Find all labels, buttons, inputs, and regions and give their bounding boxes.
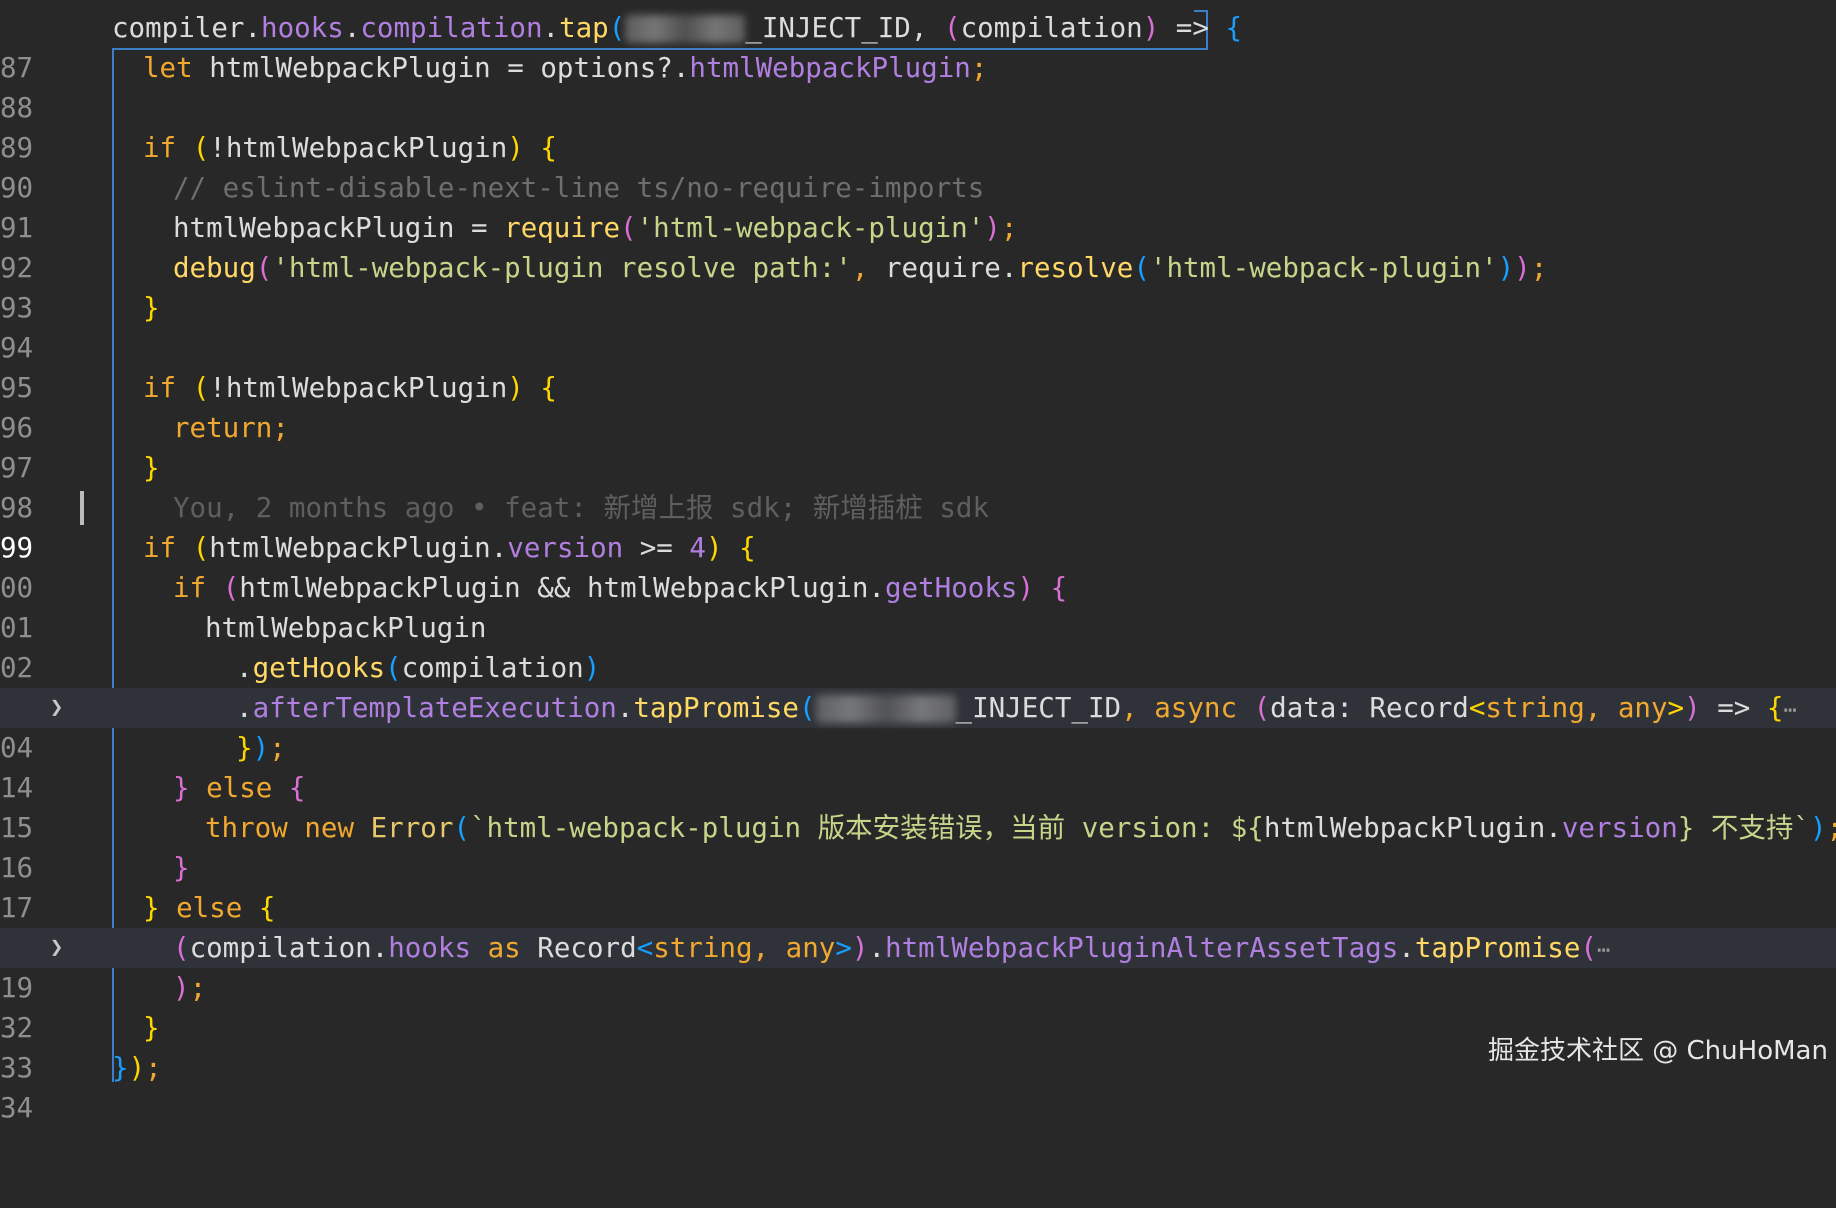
code-line[interactable]: 95	[0, 328, 1836, 404]
code-line[interactable]: 91 // eslint-disable-next-line ts/no-req…	[0, 168, 1836, 244]
folded-ellipsis-icon[interactable]: ⋯	[1783, 698, 1796, 723]
code-line[interactable]: 03 .getHooks(compilation)	[0, 648, 1836, 724]
code-text[interactable]: if (!htmlWebpackPlugin) {	[143, 368, 557, 408]
code-line[interactable]: 02 htmlWebpackPlugin	[0, 608, 1836, 684]
code-line[interactable]: 98 }	[0, 448, 1836, 524]
code-line-folded[interactable]: 19 ❯ (compilation.hooks as Record<string…	[0, 928, 1836, 1004]
code-line[interactable]: 32 );	[0, 968, 1836, 1044]
code-text[interactable]: debug('html-webpack-plugin resolve path:…	[173, 248, 1547, 288]
text-cursor	[80, 491, 84, 525]
code-text[interactable]: if (htmlWebpackPlugin && htmlWebpackPlug…	[173, 568, 1067, 608]
code-line[interactable]: 18 } else {	[0, 888, 1836, 964]
code-line-current[interactable]: 99 You, 2 months ago • feat: 新增上报 sdk; 新…	[0, 488, 1836, 564]
code-text[interactable]: }	[143, 1008, 160, 1048]
code-text[interactable]: } else {	[143, 888, 275, 928]
fold-chevron-icon[interactable]: ❯	[50, 688, 64, 728]
code-line[interactable]: 97 return;	[0, 408, 1836, 484]
code-line[interactable]: 00 if (htmlWebpackPlugin.version >= 4) {	[0, 528, 1836, 604]
code-text[interactable]: (compilation.hooks as Record<string, any…	[173, 928, 1610, 971]
code-text[interactable]: });	[236, 728, 286, 768]
code-line-folded[interactable]: 04 ❯ .afterTemplateExecution.tapPromise(…	[0, 688, 1836, 764]
code-line[interactable]: 01 if (htmlWebpackPlugin && htmlWebpackP…	[0, 568, 1836, 644]
fold-chevron-icon[interactable]: ❯	[50, 928, 64, 968]
code-line[interactable]: 16 throw new Error(`html-webpack-plugin …	[0, 808, 1836, 884]
code-editor[interactable]: 87 compiler.hooks.compilation.tap(_INJEC…	[0, 0, 1836, 1124]
code-line[interactable]: 88 let htmlWebpackPlugin = options?.html…	[0, 48, 1836, 124]
code-text[interactable]: }	[143, 448, 160, 488]
code-line[interactable]: 96 if (!htmlWebpackPlugin) {	[0, 368, 1836, 444]
code-text[interactable]: } else {	[173, 768, 305, 808]
line-number: 34	[0, 1092, 34, 1124]
watermark: 掘金技术社区 @ ChuHoMan	[1488, 1036, 1828, 1066]
code-text[interactable]: }	[173, 848, 190, 888]
code-text[interactable]: );	[173, 968, 206, 1008]
code-text[interactable]: return;	[173, 408, 289, 448]
git-blame-annotation: You, 2 months ago • feat: 新增上报 sdk; 新增插桩…	[173, 492, 990, 524]
folded-ellipsis-icon[interactable]: ⋯	[1597, 938, 1610, 963]
code-line[interactable]: 94 }	[0, 288, 1836, 364]
redacted-text	[625, 15, 746, 43]
code-text[interactable]: throw new Error(`html-webpack-plugin 版本安…	[205, 808, 1836, 848]
code-line[interactable]: 17 }	[0, 848, 1836, 924]
code-text[interactable]: .afterTemplateExecution.tapPromise(_INJE…	[236, 688, 1797, 731]
code-line[interactable]: 92 htmlWebpackPlugin = require('html-web…	[0, 208, 1836, 284]
code-text[interactable]: .getHooks(compilation)	[236, 648, 600, 688]
code-line[interactable]: 14 });	[0, 728, 1836, 804]
code-text[interactable]: }	[143, 288, 160, 328]
code-text[interactable]: });	[112, 1048, 162, 1088]
code-line[interactable]: 90 if (!htmlWebpackPlugin) {	[0, 128, 1836, 204]
code-comment[interactable]: // eslint-disable-next-line ts/no-requir…	[173, 168, 984, 208]
code-text[interactable]: if (!htmlWebpackPlugin) {	[143, 128, 557, 168]
code-line[interactable]: 89	[0, 88, 1836, 164]
code-line[interactable]: 87 compiler.hooks.compilation.tap(_INJEC…	[0, 8, 1836, 84]
code-text[interactable]: let htmlWebpackPlugin = options?.htmlWeb…	[143, 48, 987, 88]
code-text[interactable]: if (htmlWebpackPlugin.version >= 4) {	[143, 528, 756, 568]
redacted-text	[815, 695, 956, 723]
code-line[interactable]: 15 } else {	[0, 768, 1836, 844]
code-text[interactable]: htmlWebpackPlugin = require('html-webpac…	[173, 208, 1017, 248]
code-text[interactable]: htmlWebpackPlugin	[205, 608, 486, 648]
code-text[interactable]: compiler.hooks.compilation.tap(_INJECT_I…	[112, 8, 1242, 48]
code-line[interactable]: 93 debug('html-webpack-plugin resolve pa…	[0, 248, 1836, 324]
